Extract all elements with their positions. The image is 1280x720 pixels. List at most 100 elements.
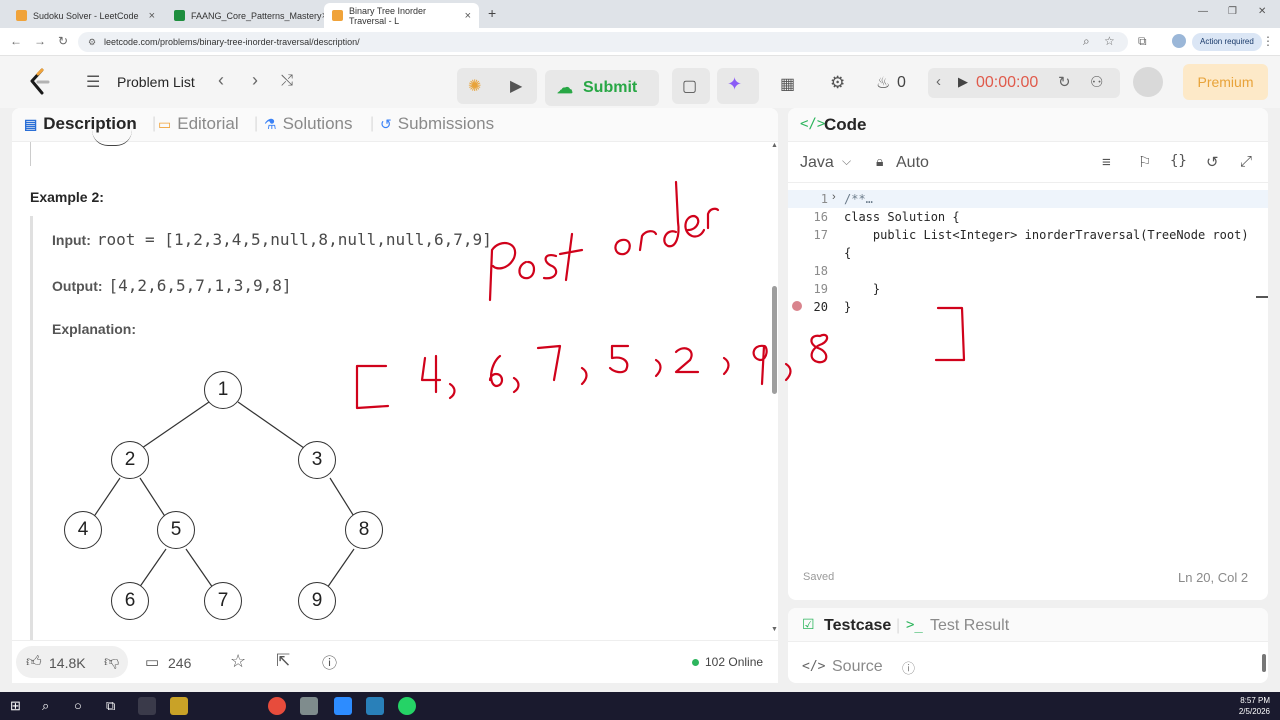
code-line[interactable]: public List<Integer> inorderTraversal(Tr… (844, 228, 1249, 242)
code-panel: </> Code Java ⌵ 🔒︎ Auto ≡ ⚐ {} ↺ ⤢ 1 › /… (788, 108, 1268, 600)
fold-arrow-icon[interactable]: › (832, 191, 836, 203)
profile-icon[interactable] (1172, 34, 1186, 48)
undo-icon[interactable]: ↺ (1206, 153, 1219, 171)
source-code-icon: </> (802, 659, 826, 674)
browser-tab-sudoku[interactable]: Sudoku Solver - LeetCode × (8, 3, 163, 28)
format-lines-icon[interactable]: ≡ (1102, 154, 1111, 171)
online-count: 102 Online (705, 655, 764, 669)
avatar[interactable] (1133, 67, 1163, 97)
layout-grid-icon[interactable]: ▦ (780, 74, 795, 94)
run-play-icon[interactable]: ▶ (510, 76, 522, 96)
language-select[interactable]: Java (800, 154, 834, 172)
app-icon[interactable] (300, 697, 318, 715)
whatsapp-icon[interactable] (398, 697, 416, 715)
line-number: 1 (820, 192, 828, 206)
tree-node-1: 1 (204, 371, 242, 409)
notes-icon[interactable]: ▢ (682, 76, 697, 96)
submit-button[interactable]: ☁ Submit (545, 70, 659, 106)
bookmark-star-icon[interactable]: ☆ (1104, 34, 1115, 48)
favorite-star-icon[interactable]: ☆ (230, 651, 246, 672)
forward-icon[interactable]: → (34, 34, 46, 48)
code-line[interactable]: } (844, 300, 851, 314)
timer-collapse-icon[interactable]: ‹ (936, 73, 941, 90)
auto-mode[interactable]: Auto (896, 154, 929, 172)
submit-label: Submit (583, 79, 638, 96)
next-problem-icon[interactable]: › (252, 70, 258, 91)
test-scrollbar-thumb[interactable] (1262, 654, 1266, 672)
problem-list-link[interactable]: Problem List (117, 74, 195, 90)
task-view-icon[interactable]: ○ (74, 698, 82, 713)
editor-scroll-marker (1256, 296, 1268, 298)
leetcode-favicon-icon (332, 10, 343, 21)
online-dot-icon (692, 659, 699, 666)
close-tab-icon[interactable]: × (465, 10, 471, 22)
tree-node-9: 9 (298, 582, 336, 620)
tab-testcase[interactable]: Testcase (824, 617, 891, 635)
source-help-icon[interactable]: ⓘ (902, 658, 915, 677)
chevron-down-icon[interactable]: ⌵ (842, 154, 851, 169)
code-title: Code (824, 115, 867, 134)
action-required-badge[interactable]: Action required (1192, 33, 1262, 51)
close-tab-icon[interactable]: × (149, 10, 155, 22)
zoom-icon[interactable]: ⌕ (1083, 34, 1090, 49)
code-line[interactable]: } (844, 282, 880, 296)
menu-kebab-icon[interactable]: ⋮ (1262, 34, 1274, 48)
restore-icon[interactable]: ❐ (1228, 6, 1237, 17)
site-info-icon[interactable]: ⚙ (88, 32, 96, 52)
settings-gear-icon[interactable]: ⚙ (830, 73, 845, 93)
share-icon[interactable]: ⇱ (276, 651, 290, 671)
prev-problem-icon[interactable]: ‹ (218, 70, 224, 91)
tab-test-result[interactable]: Test Result (930, 617, 1009, 635)
code-line[interactable]: { (844, 246, 851, 260)
browser-tab-faang[interactable]: FAANG_Core_Patterns_Mastery × (166, 3, 328, 28)
scroll-down-arrow-icon[interactable]: ▼ (771, 626, 778, 633)
likes-count: 14.8K (49, 655, 86, 671)
braces-icon[interactable]: {} (1170, 153, 1187, 169)
whiteboard-icon[interactable] (366, 697, 384, 715)
source-label[interactable]: Source (832, 658, 883, 676)
expand-icon[interactable]: ⤢ (1240, 153, 1252, 170)
timer-reset-icon[interactable]: ↻ (1058, 73, 1071, 91)
tree-node-5: 5 (157, 511, 195, 549)
thumbs-down-icon[interactable]: 👎︎ (104, 653, 119, 671)
chrome-icon[interactable] (268, 697, 286, 715)
left-scrollbar-thumb[interactable] (772, 286, 777, 394)
bookmark-icon[interactable]: ⚐ (1138, 153, 1151, 171)
saved-status: Saved (803, 571, 835, 583)
close-window-icon[interactable]: ✕ (1258, 6, 1266, 17)
url-input[interactable]: ⚙ leetcode.com/problems/binary-tree-inor… (78, 32, 1128, 52)
new-tab-icon[interactable]: + (488, 5, 496, 21)
code-line[interactable]: /**… (844, 192, 873, 206)
ai-sparkle-icon[interactable]: ✦ (727, 74, 742, 95)
thumbs-up-icon[interactable]: 👍︎ (26, 653, 42, 671)
shuffle-icon[interactable]: ⤭ (281, 72, 293, 89)
premium-button[interactable]: Premium (1183, 64, 1268, 100)
folder-icon[interactable] (170, 697, 188, 715)
clock-date: 2/5/2026 (1238, 707, 1270, 716)
code-line[interactable]: class Solution { (844, 210, 960, 224)
scroll-up-arrow-icon[interactable]: ▲ (771, 142, 778, 149)
zoom-app-icon[interactable] (334, 697, 352, 715)
file-explorer-icon[interactable] (138, 697, 156, 715)
browser-tab-inorder[interactable]: Binary Tree Inorder Traversal - L × (324, 3, 479, 28)
browser-tab-strip: Sudoku Solver - LeetCode × FAANG_Core_Pa… (0, 0, 1280, 28)
toolbar-divider (788, 182, 1268, 183)
problem-list-icon[interactable]: ☰ (86, 72, 100, 92)
add-user-icon[interactable]: ⚇ (1090, 73, 1103, 91)
extensions-icon[interactable]: ⧉ (1138, 34, 1147, 49)
widgets-icon[interactable]: ⧉ (106, 698, 115, 714)
testcase-check-icon: ☑ (802, 616, 815, 632)
help-icon[interactable]: ⓘ (322, 652, 337, 673)
streak-fire-icon[interactable]: ♨ (876, 73, 890, 93)
search-icon[interactable]: ⌕ (42, 698, 49, 714)
leetcode-logo-icon[interactable] (28, 68, 52, 96)
minimize-icon[interactable]: — (1198, 6, 1208, 17)
comment-icon[interactable]: ▭ (145, 653, 159, 671)
timer-play-icon[interactable]: ▶ (958, 74, 968, 90)
windows-start-icon[interactable]: ⊞ (10, 698, 21, 714)
back-icon[interactable]: ← (10, 34, 22, 48)
tree-node-8: 8 (345, 511, 383, 549)
tab-divider: | (896, 617, 901, 634)
debug-icon[interactable]: ✺ (468, 76, 481, 96)
reload-icon[interactable]: ↻ (58, 34, 68, 48)
